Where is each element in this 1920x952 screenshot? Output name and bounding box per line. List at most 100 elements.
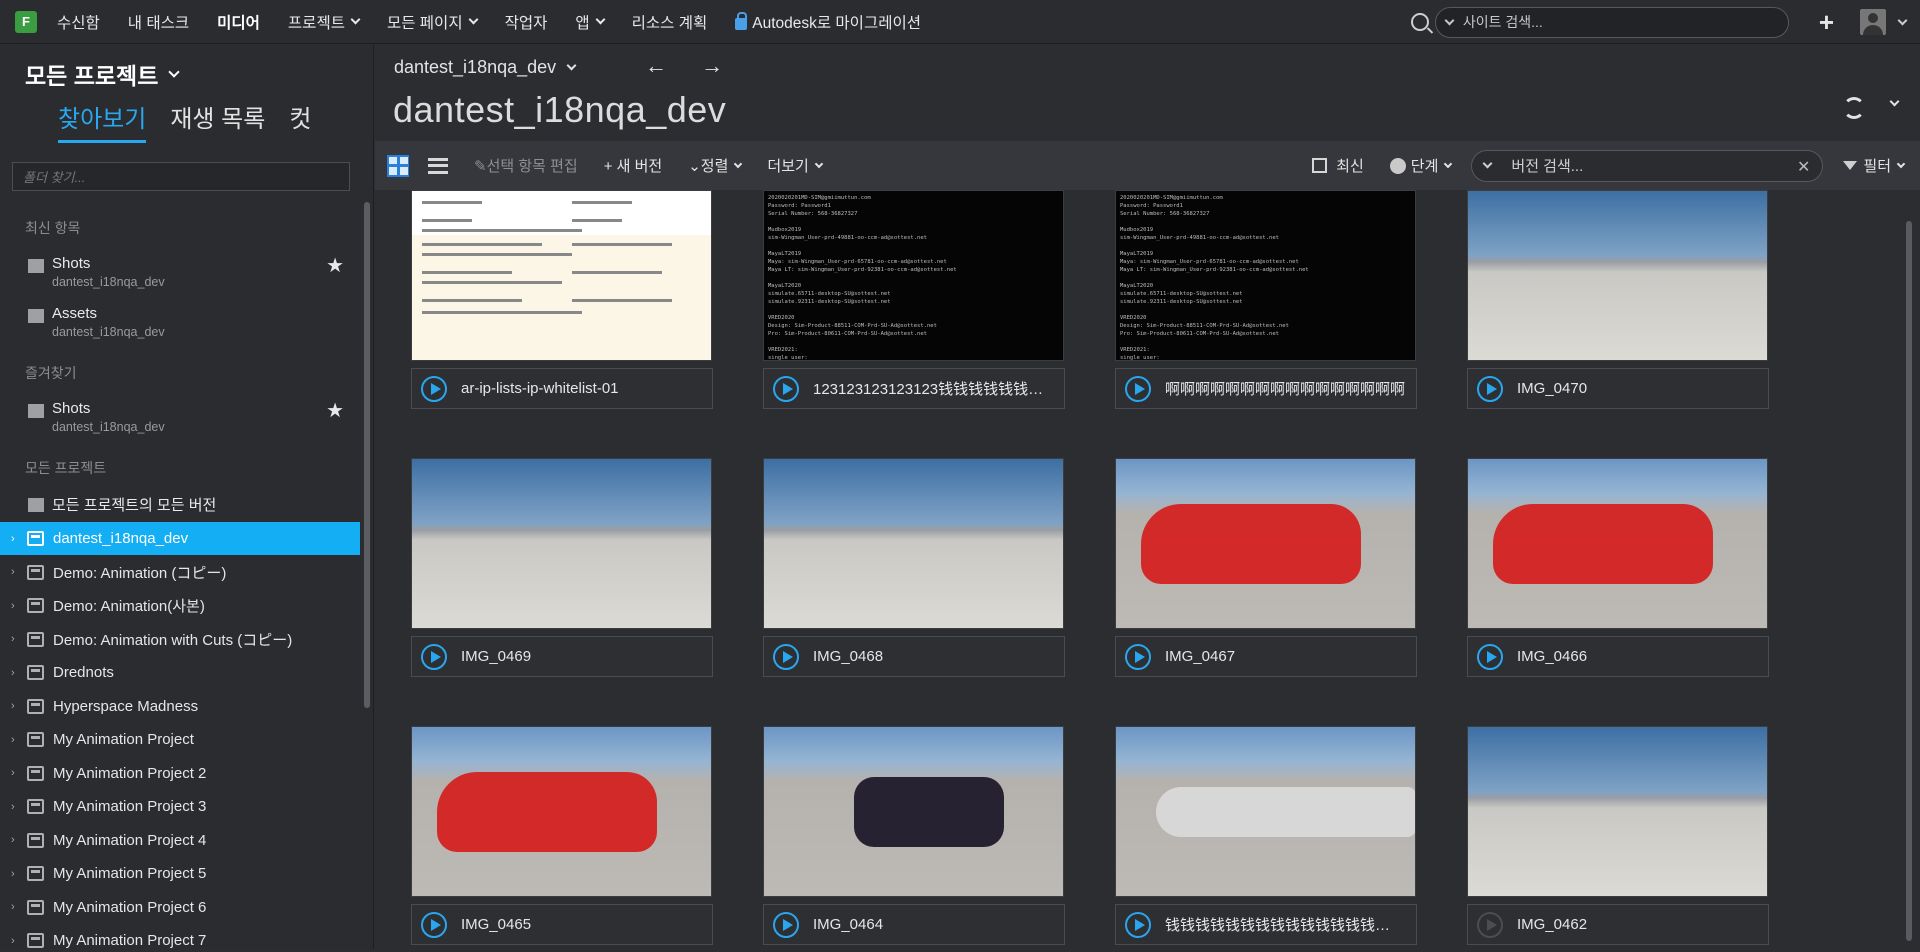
expand-arrow-icon[interactable]: ›	[11, 566, 21, 578]
card-label-bar[interactable]: 钱钱钱钱钱钱钱钱钱钱钱钱钱钱钱钱钱钱	[1115, 904, 1417, 945]
more-button[interactable]: 더보기	[767, 155, 824, 176]
new-version-button[interactable]: + 새 버전	[604, 155, 663, 176]
app-logo[interactable]: F	[15, 10, 37, 33]
version-card[interactable]: 2020020201MD-SIM@gmiimuttun.com Password…	[763, 190, 1065, 416]
play-icon[interactable]	[1125, 643, 1151, 670]
breadcrumb[interactable]: dantest_i18nqa_dev	[394, 57, 577, 78]
star-icon[interactable]: ★	[326, 253, 344, 278]
project-tree-item[interactable]: › dantest_i18nqa_dev	[0, 522, 360, 555]
expand-arrow-icon[interactable]: ›	[11, 667, 21, 679]
sidebar-scrollbar[interactable]	[364, 202, 370, 708]
version-card[interactable]: IMG_0465	[411, 726, 713, 952]
nav-people[interactable]: 작업자	[505, 11, 548, 33]
project-tree-item[interactable]: › My Animation Project 5	[0, 857, 360, 890]
card-label-bar[interactable]: IMG_0462	[1467, 904, 1769, 945]
project-tree-item[interactable]: › My Animation Project 2	[0, 757, 360, 790]
card-label-bar[interactable]: IMG_0468	[763, 636, 1065, 677]
card-label-bar[interactable]: IMG_0467	[1115, 636, 1417, 677]
chevron-down-icon[interactable]	[1889, 96, 1900, 107]
tab-browse[interactable]: 찾아보기	[58, 99, 147, 143]
play-icon[interactable]	[1125, 375, 1151, 402]
nav-my-tasks[interactable]: 내 태스크	[128, 11, 189, 33]
nav-resource-planning[interactable]: 리소스 계획	[632, 11, 708, 33]
expand-arrow-icon[interactable]: ›	[11, 734, 21, 746]
version-card[interactable]: IMG_0464	[763, 726, 1065, 952]
thumbnail-image[interactable]	[411, 190, 712, 361]
clear-icon[interactable]: ✕	[1797, 157, 1810, 177]
latest-checkbox[interactable]	[1312, 158, 1328, 173]
thumbnail-image[interactable]	[1467, 726, 1768, 897]
thumbnail-image[interactable]	[411, 726, 712, 897]
thumbnail-image[interactable]	[1115, 458, 1416, 629]
expand-arrow-icon[interactable]: ›	[11, 600, 21, 612]
thumbnail-image[interactable]	[763, 726, 1064, 897]
refresh-icon[interactable]	[1843, 97, 1865, 119]
stage-button[interactable]: 단계	[1389, 155, 1453, 176]
version-card[interactable]: IMG_0467	[1115, 458, 1417, 684]
project-selector[interactable]: 모든 프로젝트	[25, 57, 181, 91]
history-arrows[interactable]: ← →	[645, 53, 737, 79]
version-card[interactable]: IMG_0470	[1467, 190, 1769, 416]
card-label-bar[interactable]: IMG_0470	[1467, 368, 1769, 409]
search-icon[interactable]	[1410, 13, 1429, 31]
star-icon[interactable]: ★	[326, 398, 344, 423]
expand-arrow-icon[interactable]: ›	[11, 834, 21, 846]
project-tree-item[interactable]: › Hyperspace Madness	[0, 690, 360, 723]
version-card[interactable]: IMG_0469	[411, 458, 713, 684]
expand-arrow-icon[interactable]: ›	[11, 868, 21, 880]
play-icon[interactable]	[1477, 643, 1503, 670]
card-label-bar[interactable]: ar-ip-lists-ip-whitelist-01	[411, 368, 713, 409]
version-card[interactable]: IMG_0466	[1467, 458, 1769, 684]
nav-migrate-autodesk[interactable]: Autodesk로 마이그레이션	[735, 11, 921, 33]
project-tree-item[interactable]: › My Animation Project 7	[0, 924, 360, 949]
expand-arrow-icon[interactable]: ›	[11, 700, 21, 712]
card-label-bar[interactable]: 啊啊啊啊啊啊啊啊啊啊啊啊啊啊啊啊	[1115, 368, 1417, 409]
version-search-input[interactable]: 버전 검색... ✕	[1471, 149, 1824, 182]
play-icon[interactable]	[1477, 375, 1503, 402]
version-card[interactable]: IMG_0462	[1467, 726, 1769, 952]
expand-arrow-icon[interactable]: ›	[11, 935, 21, 947]
project-tree-item[interactable]: › Demo: Animation (コピー)	[0, 556, 360, 589]
nav-apps[interactable]: 앱	[575, 11, 606, 33]
play-icon[interactable]	[773, 375, 799, 402]
thumbnail-image[interactable]	[763, 458, 1064, 629]
filter-button[interactable]: 필터	[1863, 155, 1906, 176]
project-tree-item[interactable]: › My Animation Project	[0, 723, 360, 756]
site-search-input[interactable]: 사이트 검색...	[1434, 6, 1789, 38]
play-icon[interactable]	[1477, 911, 1503, 938]
nav-media[interactable]: 미디어	[217, 11, 260, 33]
tab-cuts[interactable]: 컷	[289, 99, 311, 143]
project-tree-item[interactable]: › Demo: Animation with Cuts (コピー)	[0, 623, 360, 656]
chevron-down-icon[interactable]	[1482, 158, 1493, 169]
plus-icon[interactable]: +	[1819, 7, 1834, 38]
expand-arrow-icon[interactable]: ›	[11, 533, 21, 545]
edit-selected-button[interactable]: ✎ 선택 항목 편집	[474, 155, 578, 176]
play-icon[interactable]	[1125, 911, 1151, 938]
avatar[interactable]	[1860, 9, 1886, 35]
card-label-bar[interactable]: IMG_0464	[763, 904, 1065, 945]
tab-playlists[interactable]: 재생 목록	[170, 99, 265, 143]
thumbnail-image[interactable]: 2020020201MD-SIM@gmiimuttun.com Password…	[1115, 190, 1416, 361]
version-card[interactable]: IMG_0468	[763, 458, 1065, 684]
expand-arrow-icon[interactable]: ›	[11, 633, 21, 645]
play-icon[interactable]	[421, 375, 447, 402]
project-tree-item[interactable]: › My Animation Project 6	[0, 891, 360, 924]
folder-search-input[interactable]: 폴더 찾기...	[12, 162, 350, 191]
thumbnail-image[interactable]	[411, 458, 712, 629]
sort-button[interactable]: ⌄ 정렬	[688, 155, 743, 176]
play-icon[interactable]	[773, 643, 799, 670]
project-tree-item[interactable]: › My Animation Project 4	[0, 824, 360, 857]
chevron-down-icon[interactable]	[1444, 15, 1455, 25]
play-icon[interactable]	[421, 911, 447, 938]
grid-view-icon[interactable]	[387, 154, 409, 177]
expand-arrow-icon[interactable]: ›	[11, 901, 21, 913]
thumbnail-image[interactable]	[1467, 190, 1768, 361]
list-view-icon[interactable]	[428, 157, 448, 174]
thumbnail-image[interactable]	[1115, 726, 1416, 897]
filter-icon[interactable]	[1843, 161, 1858, 170]
card-label-bar[interactable]: IMG_0469	[411, 636, 713, 677]
play-icon[interactable]	[421, 643, 447, 670]
version-card[interactable]: 2020020201MD-SIM@gmiimuttun.com Password…	[1115, 190, 1417, 416]
thumbnail-image[interactable]	[1467, 458, 1768, 629]
thumbnail-image[interactable]: 2020020201MD-SIM@gmiimuttun.com Password…	[763, 190, 1064, 361]
